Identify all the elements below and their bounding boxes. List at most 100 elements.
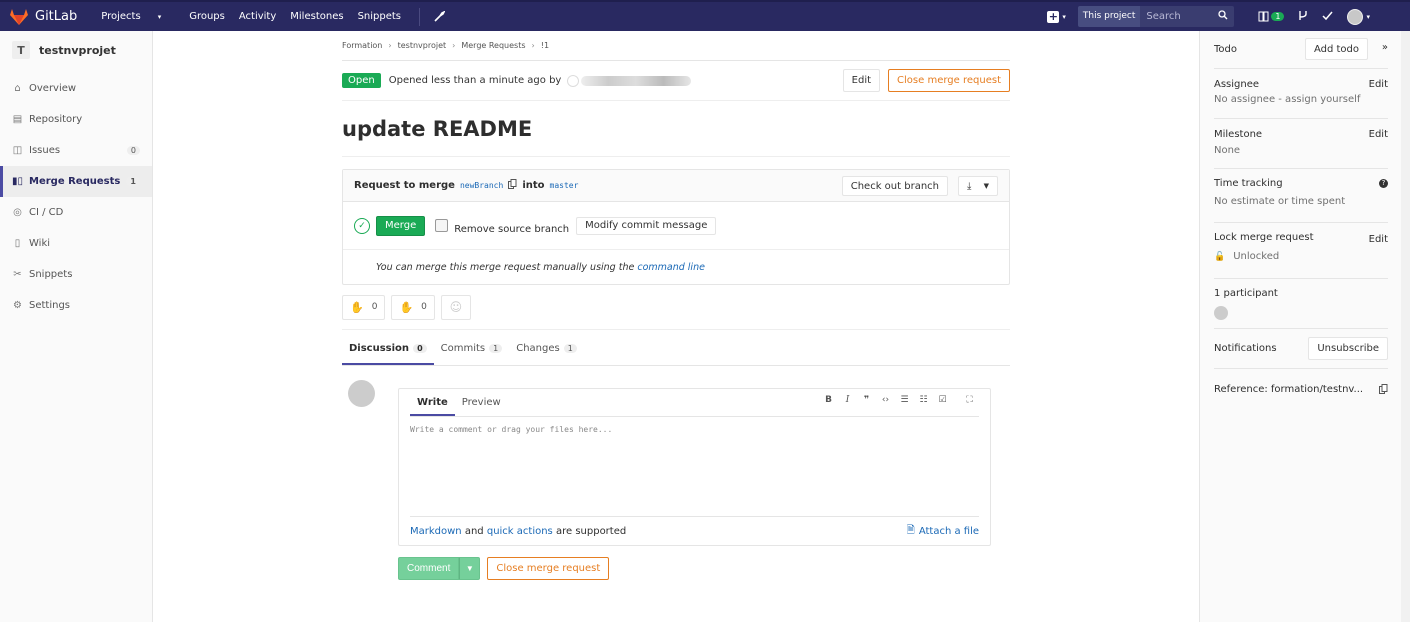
source-branch[interactable]: newBranch: [460, 181, 503, 190]
supported-text: are supported: [555, 525, 627, 537]
tab-preview[interactable]: Preview: [455, 397, 508, 416]
tab-discussion[interactable]: Discussion 0: [342, 343, 434, 365]
breadcrumb-mr-id[interactable]: !1: [541, 41, 549, 50]
comment-type-dropdown[interactable]: ▼: [459, 557, 481, 580]
participant-avatar[interactable]: [1214, 306, 1228, 320]
sidebar-item-wiki[interactable]: ▯ Wiki: [0, 228, 152, 259]
gitlab-logo[interactable]: GitLab: [10, 8, 78, 25]
add-todo-button[interactable]: Add todo: [1304, 38, 1368, 60]
author-avatar[interactable]: [567, 74, 580, 87]
check-out-branch-button[interactable]: Check out branch: [841, 176, 948, 196]
sidebar-item-settings[interactable]: ⚙ Settings: [0, 290, 152, 321]
add-reaction-button[interactable]: ☺: [440, 294, 471, 320]
remove-source-label: Remove source branch: [454, 224, 570, 235]
thumbsup-award[interactable]: ✋ 0: [342, 294, 386, 320]
manual-merge-note: You can merge this merge request manuall…: [343, 250, 1009, 284]
new-item-dropdown[interactable]: + ▾: [1047, 9, 1066, 23]
search-scope[interactable]: This project: [1077, 6, 1141, 27]
participants-label: 1 participant: [1214, 288, 1278, 299]
request-label: Request to merge: [354, 180, 455, 191]
issues-count: 0: [126, 146, 140, 155]
merge-icon[interactable]: [1298, 10, 1308, 24]
code-icon[interactable]: ‹›: [876, 395, 895, 405]
close-mr-button-bottom[interactable]: Close merge request: [487, 557, 610, 580]
copy-icon[interactable]: [1379, 384, 1388, 397]
nav-milestones[interactable]: Milestones: [290, 11, 343, 22]
admin-wrench-icon[interactable]: [419, 7, 446, 26]
sidebar-item-snippets[interactable]: ✂ Snippets: [0, 259, 152, 290]
nav-snippets[interactable]: Snippets: [358, 11, 401, 22]
fullscreen-icon[interactable]: ⛶: [960, 395, 979, 405]
thumbsdown-award[interactable]: ✋ 0: [391, 294, 435, 320]
italic-icon[interactable]: I: [838, 395, 857, 405]
nav-groups[interactable]: Groups: [189, 11, 225, 22]
merge-requests-count: 1: [126, 177, 140, 186]
sidebar-item-label: Snippets: [29, 269, 73, 280]
milestone-edit-link[interactable]: Edit: [1369, 129, 1388, 140]
author-name-redacted[interactable]: [581, 75, 692, 86]
numbered-list-icon[interactable]: ☷: [914, 395, 933, 405]
breadcrumb-merge-requests[interactable]: Merge Requests: [461, 41, 525, 50]
todos-check-icon[interactable]: [1322, 10, 1334, 24]
merge-request-icon: ▮▯: [12, 176, 24, 187]
search-input[interactable]: [1146, 11, 1217, 22]
tab-write[interactable]: Write: [410, 397, 455, 416]
award-emoji-bar: ✋ 0 ✋ 0 ☺: [342, 285, 1010, 330]
time-tracking-value: No estimate or time spent: [1214, 196, 1346, 207]
target-branch[interactable]: master: [550, 181, 579, 190]
merge-button[interactable]: Merge: [376, 215, 426, 236]
breadcrumb-formation[interactable]: Formation: [342, 41, 382, 50]
opened-text: Opened less than a minute ago by: [388, 75, 562, 86]
milestone-block: Milestone Edit None: [1214, 119, 1388, 169]
attach-file-button[interactable]: 🗎 Attach a file: [907, 523, 979, 540]
download-dropdown[interactable]: ⤓ ▼: [958, 176, 998, 196]
quick-actions-link[interactable]: quick actions: [487, 526, 553, 537]
task-list-icon[interactable]: ☑: [933, 395, 952, 405]
thumbsup-count: 0: [371, 302, 378, 312]
merge-requests-nav[interactable]: 1: [1258, 11, 1285, 22]
time-tracking-block: Time tracking ? No estimate or time spen…: [1214, 169, 1388, 223]
sidebar-item-merge-requests[interactable]: ▮▯ Merge Requests 1: [0, 166, 152, 197]
question-circle-icon[interactable]: ?: [1379, 179, 1388, 188]
breadcrumb-project[interactable]: testnvprojet: [398, 41, 447, 50]
sidebar-item-label: Merge Requests: [29, 176, 121, 187]
bullet-list-icon[interactable]: ☰: [895, 395, 914, 405]
command-line-link[interactable]: command line: [637, 262, 705, 273]
assignee-edit-link[interactable]: Edit: [1369, 79, 1388, 90]
reference-label: Reference: formation/testnv...: [1214, 383, 1364, 395]
brand-name: GitLab: [35, 9, 78, 24]
lock-edit-link[interactable]: Edit: [1369, 234, 1388, 245]
bold-icon[interactable]: B: [819, 395, 838, 405]
comment-button[interactable]: Comment: [398, 557, 460, 580]
assignee-value[interactable]: No assignee - assign yourself: [1214, 94, 1388, 105]
tab-changes[interactable]: Changes 1: [509, 343, 584, 365]
collapse-sidebar-icon[interactable]: »: [1382, 42, 1388, 53]
close-mr-button[interactable]: Close merge request: [888, 69, 1010, 92]
sidebar-item-ci-cd[interactable]: ◎ CI / CD: [0, 197, 152, 228]
remove-source-checkbox[interactable]: [435, 219, 449, 232]
tab-commits[interactable]: Commits 1: [434, 343, 510, 365]
comment-textarea[interactable]: Write a comment or drag your files here.…: [410, 417, 979, 517]
chevron-right-icon: ›: [388, 41, 392, 50]
edit-button[interactable]: Edit: [842, 69, 881, 92]
quote-icon[interactable]: ❞: [857, 395, 876, 405]
assignee-block: Assignee Edit No assignee - assign yours…: [1214, 69, 1388, 119]
nav-activity[interactable]: Activity: [239, 11, 276, 22]
sidebar-item-repository[interactable]: ▤ Repository: [0, 104, 152, 135]
sidebar-item-issues[interactable]: ◫ Issues 0: [0, 135, 152, 166]
lock-label: Lock merge request: [1214, 232, 1314, 243]
copy-icon[interactable]: [508, 179, 517, 192]
user-menu[interactable]: ▾: [1347, 8, 1370, 25]
markdown-link[interactable]: Markdown: [410, 526, 462, 537]
sidebar-item-overview[interactable]: ⌂ Overview: [0, 73, 152, 104]
page-scrollbar[interactable]: [1401, 31, 1410, 622]
plus-square-icon: +: [1047, 9, 1060, 23]
nav-projects[interactable]: Projects ▾: [101, 11, 175, 22]
file-image-icon: 🗎: [906, 524, 915, 536]
unsubscribe-button[interactable]: Unsubscribe: [1308, 337, 1388, 360]
project-header[interactable]: T testnvprojet: [0, 31, 152, 69]
search-icon: [1218, 10, 1228, 23]
search-box[interactable]: [1140, 6, 1235, 27]
avatar: [348, 380, 375, 407]
modify-commit-button[interactable]: Modify commit message: [576, 216, 717, 235]
